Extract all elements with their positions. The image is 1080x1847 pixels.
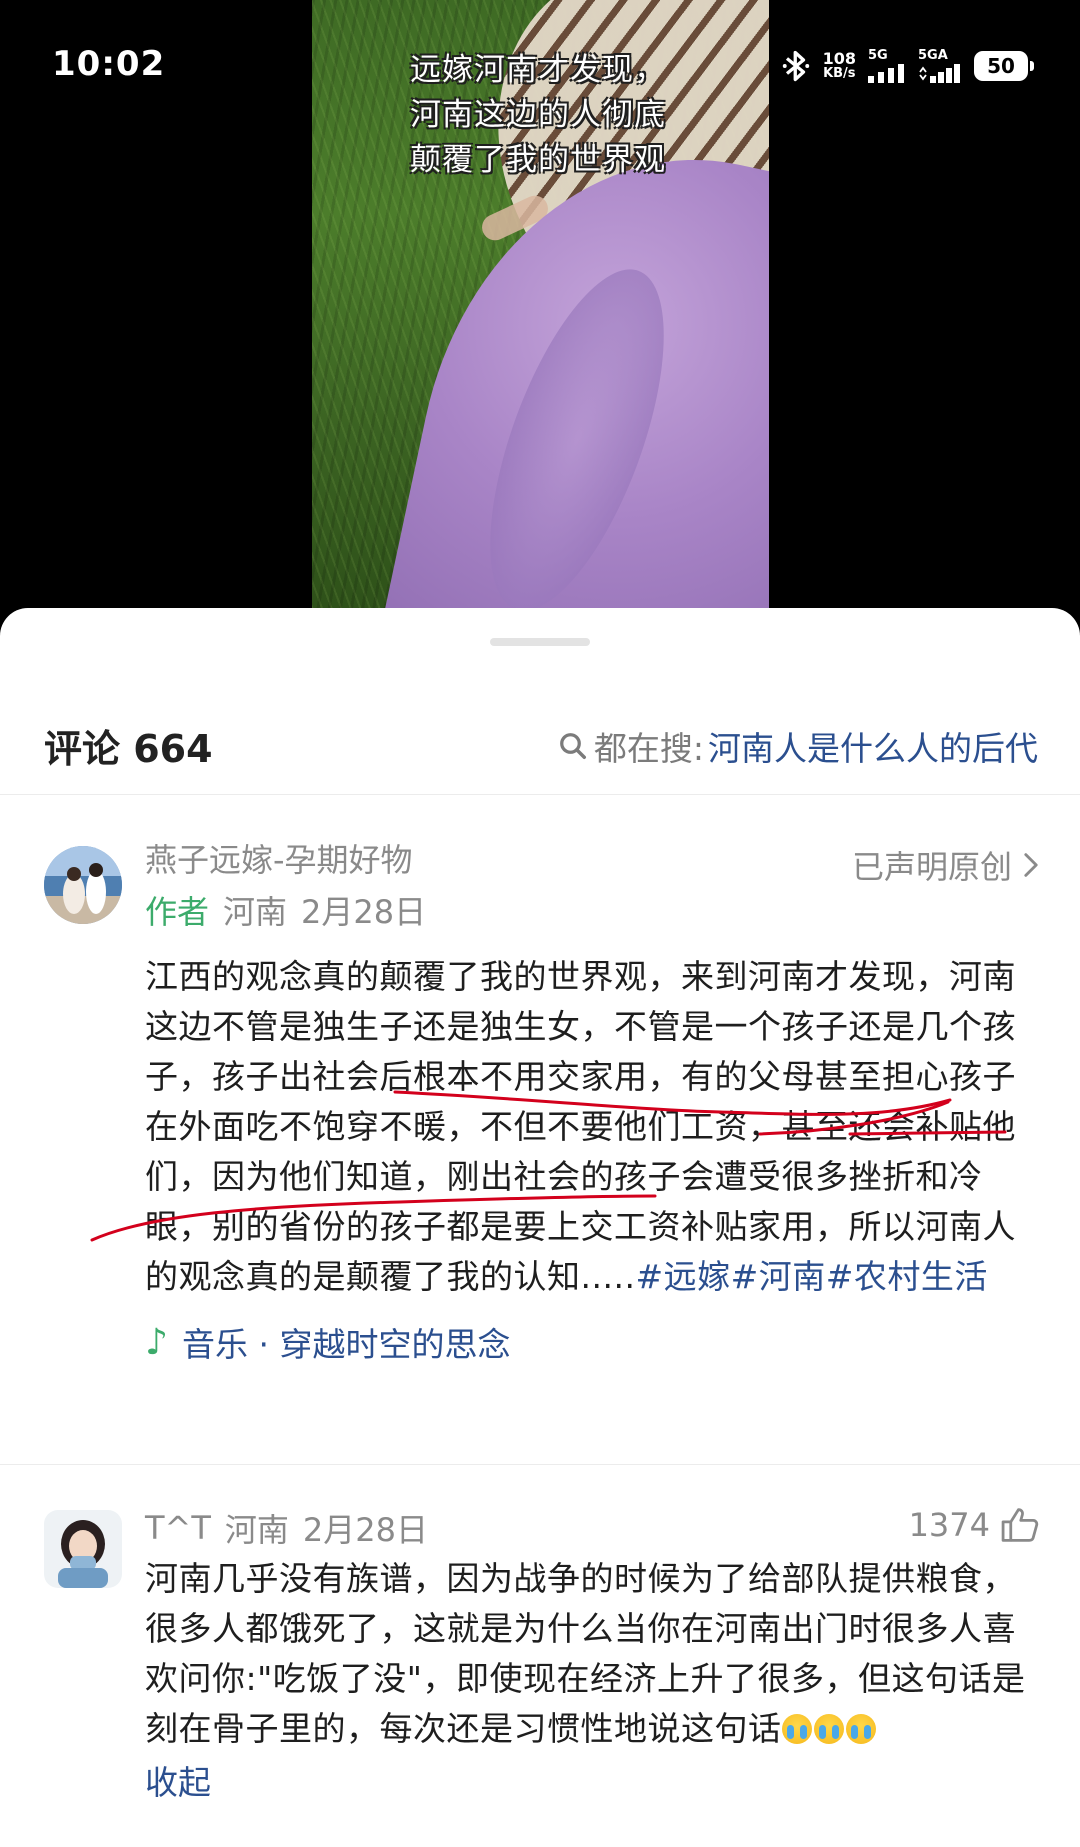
crying-emoji-icon (845, 1714, 876, 1744)
thumbs-up-icon (1001, 1508, 1039, 1542)
crying-emoji-icon (781, 1714, 812, 1744)
original-claim-link[interactable]: 已声明原创 (852, 842, 1040, 888)
music-link[interactable]: ♪ 音乐 · 穿越时空的思念 (145, 1318, 1040, 1366)
signal-bars-icon (868, 64, 904, 83)
signal-5g-label: 5G (868, 48, 888, 63)
net-speed-unit: KB/s (823, 66, 856, 81)
net-speed-value: 108 (822, 49, 856, 68)
status-icons: 108 KB/s 5G 5GA 50 (781, 46, 1034, 86)
comment-text: 江西的观念真的颠覆了我的世界观，来到河南才发现，河南这边不管是独生子还是独生女，… (145, 952, 1040, 1302)
video-caption: 远嫁河南才发现， 河南这边的人彻底 颠覆了我的世界观 (410, 48, 710, 183)
comment-text-content: 河南几乎没有族谱，因为战争的时候为了给部队提供粮食，很多人都饿死了，这就是为什么… (145, 1559, 1026, 1748)
comments-count-title: 评论 664 (44, 727, 213, 771)
comments-sheet: 评论 664 都在搜: 河南人是什么人的后代 燕子远嫁-孕期好物 作者 河南 2… (0, 608, 1080, 1847)
app-screen: 远嫁河南才发现， 河南这边的人彻底 颠覆了我的世界观 10:02 108 KB/… (0, 0, 1080, 1847)
avatar-image (44, 1510, 122, 1588)
search-suggestion[interactable]: 都在搜: 河南人是什么人的后代 (558, 722, 1038, 770)
search-prefix: 都在搜: (593, 729, 704, 768)
crying-emoji-icon (813, 1714, 844, 1744)
avatar[interactable] (44, 846, 122, 924)
comment-location: 河南 (224, 1511, 289, 1549)
author-badge: 作者 (145, 893, 210, 931)
comment-username[interactable]: T^T (145, 1509, 211, 1547)
avatar-image (44, 846, 122, 924)
video-caption-line: 远嫁河南才发现， (410, 52, 666, 88)
collapse-link[interactable]: 收起 (145, 1756, 1040, 1804)
signal-5ga-label: 5GA (918, 48, 948, 63)
comment-meta: T^T 河南 2月28日 (145, 1506, 1040, 1550)
status-time: 10:02 (52, 44, 166, 84)
search-keyword-link[interactable]: 河南人是什么人的后代 (708, 722, 1038, 770)
comment-text-content: 江西的观念真的颠覆了我的世界观，来到河南才发现，河南这边不管是独生子还是独生女，… (145, 957, 1016, 1296)
comment-body: T^T 河南 2月28日 河南几乎没有族谱，因为战争的时候为了给部队提供粮食，很… (145, 1506, 1040, 1804)
comment-date: 2月28日 (302, 1511, 429, 1549)
battery-indicator: 50 (974, 51, 1034, 81)
net-speed: 108 KB/s (822, 49, 856, 82)
like-count: 1374 (908, 1506, 990, 1544)
music-note-icon: ♪ (145, 1321, 168, 1363)
comment-date: 2月28日 (301, 893, 427, 931)
comment-meta: 作者 河南 2月28日 (145, 888, 1040, 932)
comment-location: 河南 (223, 893, 288, 931)
video-caption-line: 河南这边的人彻底 (410, 97, 666, 133)
signal-bars-icon (919, 64, 960, 83)
comment-body: 燕子远嫁-孕期好物 作者 河南 2月28日 江西的观念真的颠覆了我的世界观，来到… (145, 836, 1040, 1366)
search-icon (560, 733, 586, 759)
signal-5g: 5G (868, 49, 906, 83)
original-claim-label: 已声明原创 (851, 848, 1012, 886)
video-caption-line: 颠覆了我的世界观 (410, 142, 666, 178)
hashtag-links[interactable]: #远嫁#河南#农村生活 (635, 1257, 987, 1296)
video-area[interactable]: 远嫁河南才发现， 河南这边的人彻底 颠覆了我的世界观 (0, 0, 1080, 620)
comment-text: 河南几乎没有族谱，因为战争的时候为了给部队提供粮食，很多人都饿死了，这就是为什么… (145, 1554, 1040, 1754)
comments-header: 评论 664 都在搜: 河南人是什么人的后代 (0, 714, 1080, 774)
chevron-right-icon (1024, 853, 1038, 877)
signal-5ga: 5GA (918, 49, 962, 83)
music-title: 音乐 · 穿越时空的思念 (181, 1325, 511, 1364)
avatar[interactable] (44, 1510, 122, 1588)
header-divider (0, 794, 1080, 795)
comment-divider (0, 1464, 1080, 1465)
drag-handle[interactable] (490, 638, 590, 646)
like-button[interactable]: 1374 (909, 1506, 1040, 1544)
bluetooth-icon (782, 50, 809, 82)
